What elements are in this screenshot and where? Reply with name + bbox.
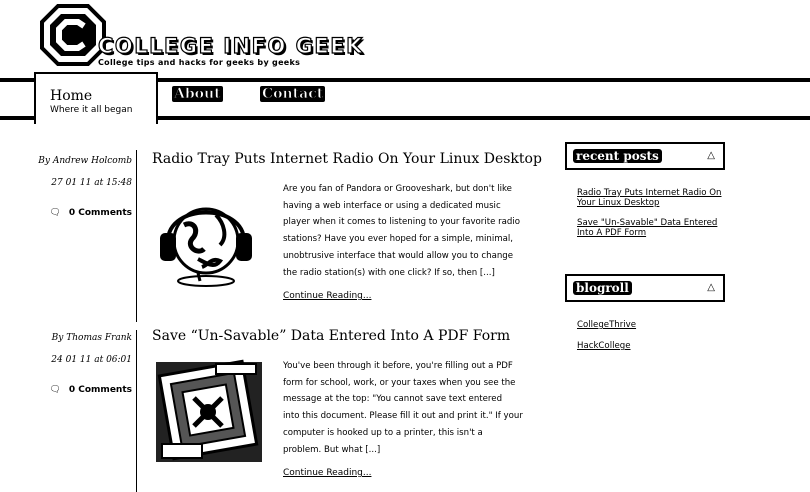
excerpt-line: unobtrusive interface that would allow y… <box>283 250 514 261</box>
post-comments-label: 0 Comments <box>68 208 132 218</box>
post-date: 24 01 11 at 06:01 <box>51 355 132 365</box>
excerpt-line: message at the top: "You cannot save tex… <box>283 394 503 405</box>
blogroll-link[interactable]: HackCollege <box>577 341 727 351</box>
post-author[interactable]: By Thomas Frank <box>52 333 132 343</box>
site-logo[interactable]: COLLEGE INFO GEEK College tips and hacks… <box>38 4 363 70</box>
recent-post-link[interactable]: Save "Un-Savable" Data Entered Into A PD… <box>577 218 727 238</box>
site-title: COLLEGE INFO GEEK <box>97 33 364 58</box>
excerpt-line: the radio station(s) with one click? If … <box>283 267 495 278</box>
nav-tab-home[interactable]: Home Where it all began <box>34 72 158 124</box>
nav-home-subtitle: Where it all began <box>50 105 133 115</box>
post-title[interactable]: Save “Un-Savable” Data Entered Into A PD… <box>152 328 510 344</box>
excerpt-line: player when it comes to listening to you… <box>283 217 521 228</box>
nav-home-label: Home <box>50 88 93 104</box>
recent-post-link[interactable]: Radio Tray Puts Internet Radio On Your L… <box>577 188 727 208</box>
post-excerpt: Are you fan of Pandora or Grooveshark, b… <box>283 181 538 281</box>
comment-icon: 🗨 <box>49 208 61 218</box>
post-comments[interactable]: 🗨 0 Comments <box>49 385 132 395</box>
comment-icon: 🗨 <box>49 385 61 395</box>
site-tagline: College tips and hacks for geeks by geek… <box>98 58 301 67</box>
headphones-globe-icon <box>160 207 252 287</box>
blogroll-widget-header: blogroll △ <box>565 274 725 302</box>
post-author[interactable]: By Andrew Holcomb <box>38 156 132 166</box>
continue-reading-link[interactable]: Continue Reading... <box>283 291 371 301</box>
continue-reading-link[interactable]: Continue Reading... <box>283 468 371 478</box>
blogroll-link[interactable]: CollegeThrive <box>577 320 727 330</box>
post-thumbnail[interactable] <box>154 185 264 294</box>
post-divider <box>136 150 137 322</box>
post-date: 27 01 11 at 15:48 <box>51 178 132 188</box>
post-comments[interactable]: 🗨 0 Comments <box>49 208 132 218</box>
excerpt-line: into this document. Please fill it out a… <box>283 411 523 422</box>
recent-posts-widget-header: recent posts △ <box>565 142 725 170</box>
post-thumbnail[interactable] <box>154 358 266 470</box>
post-title[interactable]: Radio Tray Puts Internet Radio On Your L… <box>152 151 542 167</box>
nav-link-contact[interactable]: Contact <box>260 86 326 102</box>
excerpt-line: computer is hooked up to a printer, this… <box>283 427 483 438</box>
excerpt-line: stations? Have you ever hoped for a simp… <box>283 234 513 245</box>
pdf-document-icon <box>156 359 262 462</box>
collapse-icon[interactable]: △ <box>707 282 715 293</box>
post-excerpt: You've been through it before, you're fi… <box>283 358 538 458</box>
collapse-icon[interactable]: △ <box>707 150 715 161</box>
widget-title: recent posts <box>573 149 662 163</box>
post-divider <box>136 330 137 492</box>
excerpt-line: Are you fan of Pandora or Grooveshark, b… <box>283 184 512 194</box>
excerpt-line: You've been through it before, you're fi… <box>283 361 513 371</box>
post-comments-label: 0 Comments <box>68 385 132 395</box>
widget-title: blogroll <box>573 281 632 295</box>
nav-link-about[interactable]: About <box>172 86 223 102</box>
excerpt-line: form for school, work, or your taxes whe… <box>283 377 516 388</box>
excerpt-line: having a web interface or using a dedica… <box>283 200 501 211</box>
excerpt-line: problem. But what [...] <box>283 444 381 455</box>
